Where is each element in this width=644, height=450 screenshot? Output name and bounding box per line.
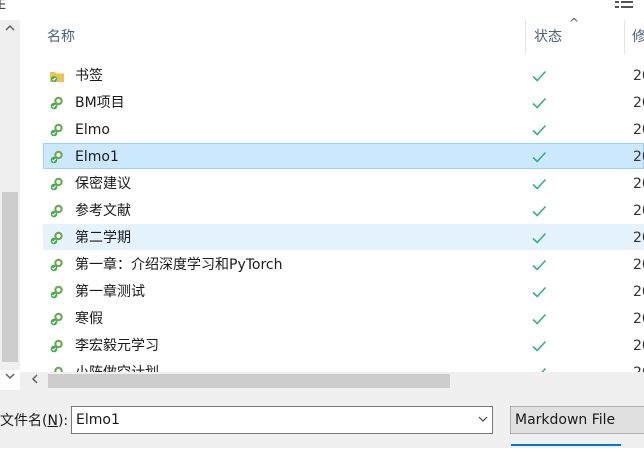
file-name[interactable]: 李宏毅元学习 [75,333,159,359]
file-name[interactable]: 参考文献 [75,198,131,224]
file-name[interactable]: 寒假 [75,306,103,332]
scroll-up-icon[interactable] [3,22,17,38]
file-name[interactable]: 第一章测试 [75,279,145,305]
file-row[interactable]: 参考文献 20 [43,197,644,223]
file-row[interactable]: 第一章：介绍深度学习和PyTorch 20 [43,251,644,277]
horizontal-scrollbar[interactable] [20,372,644,390]
column-divider[interactable] [624,20,625,54]
vertical-scroll-thumb[interactable] [2,192,18,362]
file-name[interactable]: 第一章：介绍深度学习和PyTorch [75,252,282,278]
file-name[interactable]: BM项目 [75,90,125,116]
column-divider[interactable] [525,20,526,54]
filename-value[interactable]: Elmo1 [76,407,120,433]
sync-status-check-icon [531,257,547,273]
file-name[interactable]: 第二学期 [75,225,131,251]
file-name[interactable]: Elmo [75,117,110,143]
sync-status-check-icon [531,95,547,111]
file-modified: 20 [633,68,644,84]
top-strip: E [0,0,644,20]
save-button[interactable] [511,444,621,450]
sync-folder-icon [49,338,65,354]
save-dialog-footer: 文件名(N): Elmo1 Markdown File [0,390,644,448]
file-modified: 20 [633,311,644,327]
file-name[interactable]: 书签 [75,63,103,89]
sync-folder-icon [49,230,65,246]
file-row[interactable]: Elmo1 20 [43,143,644,169]
file-name[interactable]: Elmo1 [75,144,119,170]
sync-status-check-icon [531,338,547,354]
sync-status-check-icon [531,230,547,246]
chevron-down-icon[interactable] [478,407,488,433]
filetype-value: Markdown File [515,412,616,428]
sort-ascending-icon: ^ [569,16,580,30]
file-modified: 20 [633,257,644,273]
sync-folder-icon [49,149,65,165]
sync-folder-icon [49,203,65,219]
sync-folder-icon [49,176,65,192]
file-modified: 20 [633,122,644,138]
sync-folder-icon [49,311,65,327]
sync-folder-icon [49,257,65,273]
file-modified: 20 [633,95,644,111]
sync-status-check-icon [531,203,547,219]
column-modified-header[interactable]: 修 [632,20,644,54]
file-modified: 20 [633,203,644,219]
sync-folder-icon [49,284,65,300]
sync-status-check-icon [531,284,547,300]
sync-status-check-icon [531,122,547,138]
file-modified: 20 [633,284,644,300]
vertical-scrollbar[interactable] [0,20,20,380]
column-header: 名称 ^ 状态 修 [20,16,644,54]
sync-folder-icon [49,95,65,111]
file-row[interactable]: 保密建议 20 [43,170,644,196]
file-row[interactable]: 第二学期 20 [43,224,644,250]
top-left-glyph: E [0,0,7,13]
file-modified: 20 [633,230,644,246]
scroll-left-icon[interactable] [30,372,40,390]
file-modified: 20 [633,176,644,192]
sync-status-check-icon [531,68,547,84]
column-status-header[interactable]: 状态 [534,20,562,54]
filetype-select[interactable]: Markdown File [510,406,644,434]
sync-status-check-icon [531,149,547,165]
file-row[interactable]: 书签 20 [43,62,644,88]
folder-icon [49,68,65,84]
file-row[interactable]: BM项目 20 [43,89,644,115]
column-name-header[interactable]: 名称 [47,20,75,54]
file-modified: 20 [633,149,644,165]
sync-status-check-icon [531,176,547,192]
file-row[interactable]: 李宏毅元学习 20 [43,332,644,358]
file-row[interactable]: 第一章测试 20 [43,278,644,304]
file-row[interactable]: Elmo 20 [43,116,644,142]
scroll-down-icon[interactable] [3,370,17,386]
file-name[interactable]: 保密建议 [75,171,131,197]
horizontal-scroll-thumb[interactable] [48,374,450,388]
filename-label: 文件名(N): [0,413,69,429]
file-modified: 20 [633,338,644,354]
file-row[interactable]: 寒假 20 [43,305,644,331]
details-view-icon[interactable] [614,0,636,10]
sync-folder-icon [49,122,65,138]
sync-status-check-icon [531,311,547,327]
filename-input[interactable]: Elmo1 [71,406,493,434]
